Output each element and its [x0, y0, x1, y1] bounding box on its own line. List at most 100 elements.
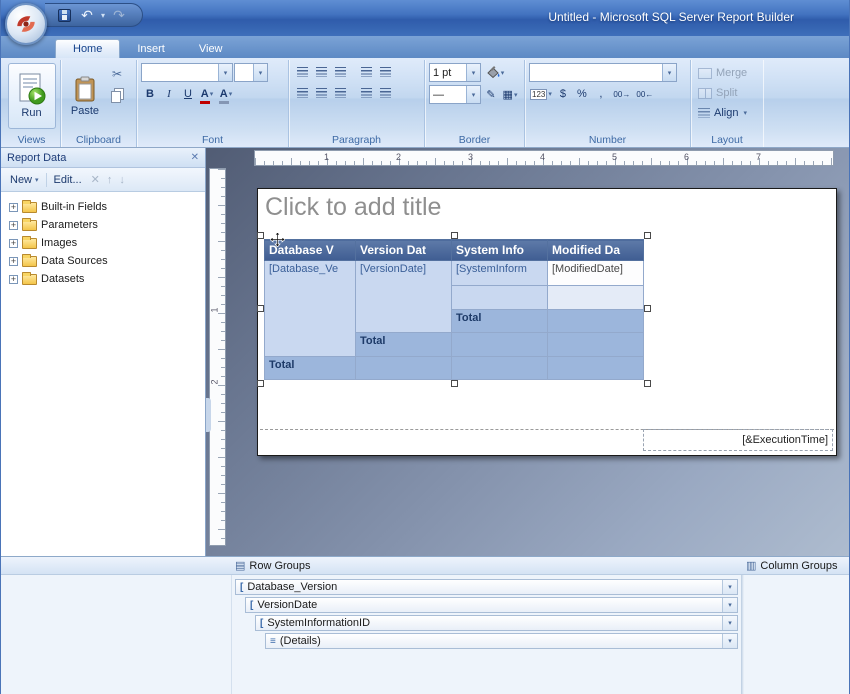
merge-button[interactable]: Merge: [695, 63, 759, 83]
tablix-total-cell[interactable]: [547, 356, 644, 380]
tablix-total-cell[interactable]: [451, 356, 548, 380]
decrease-indent-button[interactable]: [357, 84, 375, 102]
number-format-combo[interactable]: ▾: [529, 63, 677, 82]
chevron-down-icon[interactable]: ▾: [722, 634, 737, 648]
selection-handle[interactable]: [451, 232, 458, 239]
tablix-total-cell[interactable]: Total: [451, 309, 548, 333]
undo-dropdown-icon[interactable]: ▾: [101, 11, 105, 20]
edit-button[interactable]: Edit...: [50, 172, 86, 188]
expand-icon[interactable]: +: [9, 202, 18, 212]
percent-button[interactable]: %: [573, 85, 591, 103]
tree-item-data-sources[interactable]: + Data Sources: [1, 252, 205, 270]
tab-insert[interactable]: Insert: [120, 40, 182, 58]
expand-icon[interactable]: +: [9, 274, 18, 284]
tablix-field-cell[interactable]: [SystemInform: [451, 260, 548, 286]
tree-item-parameters[interactable]: + Parameters: [1, 216, 205, 234]
redo-button[interactable]: ↷: [110, 6, 128, 24]
chevron-down-icon[interactable]: ▾: [218, 64, 232, 81]
tablix-field-cell[interactable]: [Database_Ve: [264, 260, 356, 357]
copy-button[interactable]: [108, 86, 126, 104]
number-list-button[interactable]: [376, 63, 394, 81]
split-button[interactable]: Split: [695, 83, 759, 103]
italic-button[interactable]: I: [160, 85, 178, 103]
tablix-empty-cell[interactable]: [451, 285, 548, 310]
fill-bucket-button[interactable]: ▾: [482, 64, 508, 82]
chevron-down-icon[interactable]: ▾: [466, 64, 480, 81]
panel-splitter-grip[interactable]: [206, 398, 211, 432]
tablix-header-cell[interactable]: Modified Da: [547, 239, 644, 261]
chevron-down-icon[interactable]: ▾: [662, 64, 676, 81]
tablix-total-cell[interactable]: Total: [355, 332, 452, 357]
application-menu-button[interactable]: [5, 3, 47, 45]
move-down-icon[interactable]: ↓: [117, 174, 127, 186]
close-icon[interactable]: ✕: [191, 152, 199, 163]
tree-item-images[interactable]: + Images: [1, 234, 205, 252]
cut-button[interactable]: ✂: [108, 65, 126, 83]
align-right-button[interactable]: [331, 63, 349, 81]
tablix-empty-cell[interactable]: [547, 285, 644, 310]
design-surface[interactable]: 1 2 3 4 5 6 7 1 2 Click to add title Dat…: [206, 148, 849, 556]
tablix-total-cell[interactable]: [451, 332, 548, 357]
align-center-button[interactable]: [312, 63, 330, 81]
tablix-total-cell[interactable]: Total: [264, 356, 356, 380]
tab-view[interactable]: View: [182, 40, 240, 58]
align-top-button[interactable]: [293, 84, 311, 102]
chevron-down-icon[interactable]: ▾: [722, 598, 737, 612]
tablix-header-cell[interactable]: System Info: [451, 239, 548, 261]
chevron-down-icon[interactable]: ▾: [722, 580, 737, 594]
pen-color-button[interactable]: ✎: [482, 86, 500, 104]
tablix-header-cell[interactable]: Version Dat: [355, 239, 452, 261]
report-page[interactable]: Click to add title Database V Version Da…: [257, 188, 837, 456]
undo-button[interactable]: ↶: [78, 6, 96, 24]
row-group-database-version[interactable]: [ Database_Version ▾: [235, 579, 738, 595]
fill-color-button[interactable]: A ▾: [217, 85, 235, 104]
font-size-combo[interactable]: ▾: [234, 63, 268, 82]
border-width-combo[interactable]: 1 pt ▾: [429, 63, 481, 82]
row-group-details[interactable]: ≡ (Details) ▾: [265, 633, 738, 649]
delete-icon[interactable]: ✕: [89, 173, 102, 186]
move-up-icon[interactable]: ↑: [105, 174, 115, 186]
comma-button[interactable]: ,: [592, 85, 610, 103]
chevron-down-icon[interactable]: ▾: [722, 616, 737, 630]
selection-handle[interactable]: [257, 232, 264, 239]
tablix[interactable]: Database V Version Dat System Info Modif…: [257, 231, 651, 387]
expand-icon[interactable]: +: [9, 238, 18, 248]
font-name-combo[interactable]: ▾: [141, 63, 233, 82]
align-middle-button[interactable]: [312, 84, 330, 102]
border-style-combo[interactable]: — ▾: [429, 85, 481, 104]
row-group-versiondate[interactable]: [ VersionDate ▾: [245, 597, 738, 613]
tablix-total-cell[interactable]: [355, 356, 452, 380]
selection-handle[interactable]: [644, 380, 651, 387]
tablix-total-cell[interactable]: [547, 332, 644, 357]
bold-button[interactable]: B: [141, 85, 159, 103]
underline-button[interactable]: U: [179, 85, 197, 103]
selection-handle[interactable]: [257, 305, 264, 312]
bullet-list-button[interactable]: [357, 63, 375, 81]
tablix-total-cell[interactable]: [547, 309, 644, 333]
paste-button[interactable]: Paste: [65, 63, 105, 129]
save-button[interactable]: [55, 6, 73, 24]
borders-button[interactable]: ▦ ▾: [501, 86, 519, 104]
increase-decimal-button[interactable]: 00→: [611, 85, 633, 103]
groups-splitter[interactable]: [741, 575, 744, 694]
tab-home[interactable]: Home: [55, 39, 121, 58]
run-button[interactable]: Run: [7, 63, 56, 129]
execution-time-textbox[interactable]: [&ExecutionTime]: [643, 429, 833, 451]
align-left-button[interactable]: [293, 63, 311, 81]
selection-handle[interactable]: [451, 380, 458, 387]
align-button[interactable]: Align ▾: [695, 103, 759, 123]
increase-indent-button[interactable]: [376, 84, 394, 102]
chevron-down-icon[interactable]: ▾: [253, 64, 267, 81]
selection-handle[interactable]: [257, 380, 264, 387]
tree-item-built-in-fields[interactable]: + Built-in Fields: [1, 198, 205, 216]
row-group-systeminformationid[interactable]: [ SystemInformationID ▾: [255, 615, 738, 631]
expand-icon[interactable]: +: [9, 220, 18, 230]
align-bottom-button[interactable]: [331, 84, 349, 102]
new-button[interactable]: New ▾: [6, 172, 43, 188]
tablix-field-cell[interactable]: [ModifiedDate]: [547, 260, 644, 286]
selection-handle[interactable]: [644, 232, 651, 239]
tree-item-datasets[interactable]: + Datasets: [1, 270, 205, 288]
expand-icon[interactable]: +: [9, 256, 18, 266]
currency-button[interactable]: $: [554, 85, 572, 103]
report-title-placeholder[interactable]: Click to add title: [261, 191, 833, 231]
